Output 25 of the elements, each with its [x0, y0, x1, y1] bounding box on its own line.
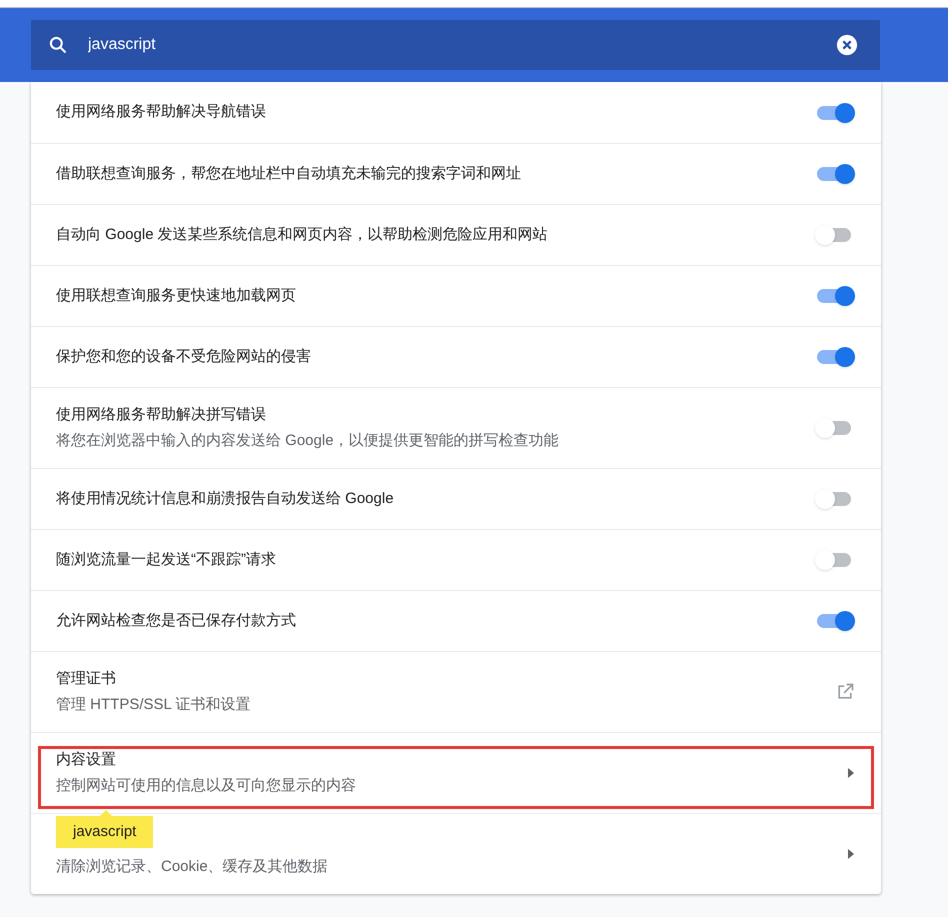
setting-title: 使用网络服务帮助解决导航错误: [56, 102, 266, 122]
setting-title: 随浏览流量一起发送“不跟踪”请求: [56, 550, 276, 570]
setting-title: 内容设置: [56, 750, 117, 770]
setting-title: 自动向 Google 发送某些系统信息和网页内容，以帮助检测危险应用和网站: [56, 224, 548, 245]
arrow-right-icon[interactable]: [847, 767, 855, 779]
toggle-switch[interactable]: [815, 164, 855, 184]
setting-description: 控制网站可使用的信息以及可向您显示的内容: [56, 776, 356, 796]
tooltip: javascript: [56, 810, 154, 848]
arrow-right-icon[interactable]: [847, 848, 855, 860]
toggle-switch[interactable]: [815, 286, 855, 306]
setting-title: 将使用情况统计信息和崩溃报告自动发送给 Google: [56, 488, 394, 509]
toggle-switch[interactable]: [815, 611, 855, 631]
setting-title: 管理证书: [56, 668, 117, 688]
setting-description: 管理 HTTPS/SSL 证书和设置: [56, 695, 250, 715]
setting-description: 清除浏览记录、Cookie、缓存及其他数据: [56, 856, 328, 877]
setting-description: 将您在浏览器中输入的内容发送给 Google，以便提供更智能的拼写检查功能: [56, 431, 559, 451]
setting-title: 允许网站检查您是否已保存付款方式: [56, 610, 296, 631]
clear-icon[interactable]: [836, 34, 858, 56]
search-icon: [48, 35, 68, 55]
setting-title: 保护您和您的设备不受危险网站的侵害: [56, 346, 311, 367]
setting-title: 使用网络服务帮助解决拼写错误: [56, 404, 267, 424]
toggle-switch[interactable]: [815, 347, 855, 367]
setting-title: 使用联想查询服务更快速地加载网页: [56, 286, 296, 306]
setting-title: 借助联想查询服务，帮您在地址栏中自动填充未输完的搜索字词和网址: [56, 164, 521, 184]
toggle-switch[interactable]: [815, 102, 855, 122]
